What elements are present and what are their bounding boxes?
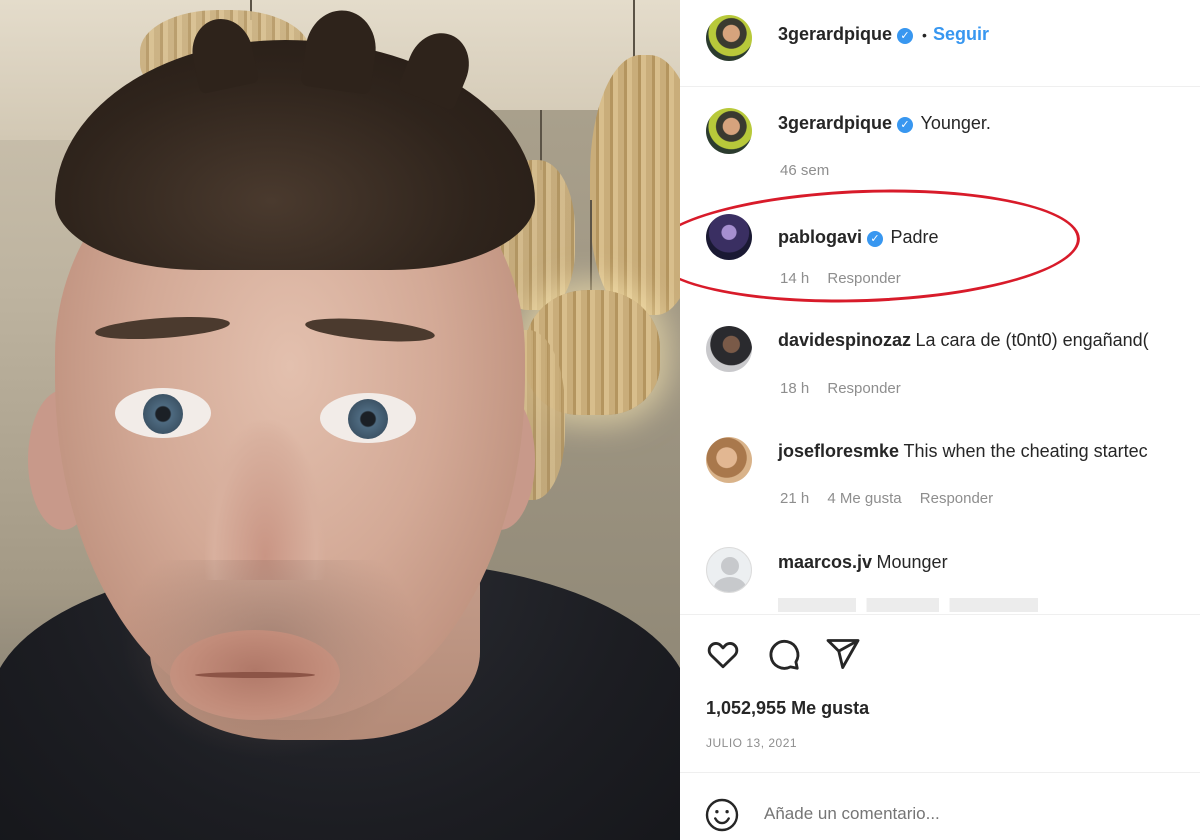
header-username[interactable]: 3gerardpique [778, 24, 892, 44]
comment-time: 46 sem [780, 162, 830, 179]
comment-item: 3gerardpique ✓ Younger. [778, 113, 991, 134]
send-icon[interactable] [824, 636, 862, 672]
heart-icon[interactable] [704, 636, 742, 672]
post-header: 3gerardpique ✓ • Seguir [778, 24, 989, 45]
likes-count[interactable]: 1,052,955 Me gusta [706, 698, 869, 719]
comment-text: Mounger [876, 552, 948, 572]
comment-item: maarcos.jv Mounger [778, 552, 948, 573]
comment-avatar[interactable] [706, 108, 752, 154]
pouting-lips [170, 630, 340, 720]
comment-time: 21 h [780, 490, 810, 507]
comment-username[interactable]: 3gerardpique [778, 113, 892, 133]
comment-username[interactable]: davidespinozaz [778, 330, 911, 350]
truncated-comment [778, 598, 1038, 612]
add-comment-input[interactable] [764, 804, 1164, 824]
comment-text: This when the cheating startec [903, 441, 1148, 461]
comment-icon[interactable] [764, 636, 802, 672]
comment-username[interactable]: maarcos.jv [778, 552, 872, 572]
comment-avatar[interactable] [706, 547, 752, 593]
post-date: JULIO 13, 2021 [706, 736, 798, 750]
header-avatar[interactable] [706, 15, 752, 61]
post-photo [0, 0, 680, 840]
comment-text: La cara de (t0nt0) engañand( [915, 330, 1149, 350]
comment-username[interactable]: josefloresmke [778, 441, 899, 461]
follow-button[interactable]: Seguir [933, 24, 989, 44]
instagram-post-panel: 3gerardpique ✓ • Seguir 3gerardpique ✓ Young… [680, 0, 1200, 840]
comment-text: Younger. [920, 113, 991, 133]
reply-button[interactable]: Responder [920, 490, 993, 507]
comment-avatar[interactable] [706, 437, 752, 483]
actions-divider [680, 614, 1200, 615]
comment-meta: 21 h 4 Me gusta Responder [780, 490, 1007, 507]
footer-divider [680, 772, 1200, 773]
comment-time: 18 h [780, 380, 810, 397]
right-eye [320, 393, 416, 443]
nose [205, 420, 325, 580]
separator-dot: • [922, 27, 927, 43]
verified-badge-icon: ✓ [897, 28, 914, 44]
header-divider [680, 86, 1200, 87]
verified-badge-icon: ✓ [897, 117, 914, 133]
wicker-lamp [590, 55, 680, 315]
comment-meta: 18 h Responder [780, 380, 915, 397]
reply-button[interactable]: Responder [827, 380, 900, 397]
left-eye [115, 388, 211, 438]
comment-item: davidespinozaz La cara de (t0nt0) engaña… [778, 330, 1149, 351]
red-highlight-circle [680, 182, 1082, 310]
comment-item: josefloresmke This when the cheating sta… [778, 441, 1148, 462]
comment-avatar[interactable] [706, 326, 752, 372]
comment-likes[interactable]: 4 Me gusta [827, 490, 901, 507]
comment-meta: 46 sem [780, 162, 843, 179]
emoji-icon[interactable] [704, 797, 740, 833]
